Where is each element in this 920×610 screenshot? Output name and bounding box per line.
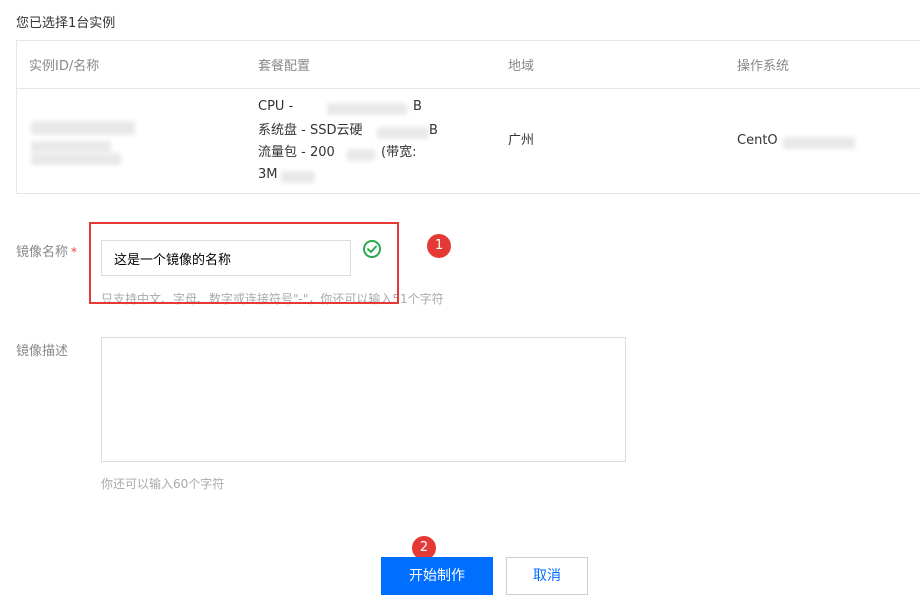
blurred-disk-value [377,127,429,139]
package-line-disk: 系统盘 - SSD云硬 [258,123,363,138]
package-line-cpu: CPU - [258,99,294,114]
region-cell: 广州 [508,133,535,148]
image-desc-textarea[interactable] [101,337,626,462]
header-package: 套餐配置 [258,59,311,74]
blurred-instance-name [31,141,111,153]
blurred-traffic-value [347,149,375,161]
os-cell: CentO [737,133,778,148]
selected-instance-note: 您已选择1台实例 [16,16,116,31]
blurred-os-value [783,137,855,149]
package-line-traffic-suffix: (带宽: [381,145,417,160]
start-create-button[interactable]: 开始制作 [381,557,493,595]
header-os: 操作系统 [737,59,790,74]
image-desc-label: 镜像描述 [16,344,69,359]
package-line-cpu-suffix: B [413,99,422,114]
blurred-instance-extra [31,153,121,165]
header-instance-id: 实例ID/名称 [29,59,100,74]
annotation-highlight-box [89,222,399,304]
instance-table: 实例ID/名称 套餐配置 地域 操作系统 CPU - B 系统盘 - SSD云硬… [16,40,920,194]
package-line-disk-suffix: B [429,123,438,138]
package-line-traffic: 流量包 - 200 [258,145,335,160]
blurred-cpu-value [327,103,407,115]
blurred-instance-id [31,121,135,135]
cancel-button[interactable]: 取消 [506,557,588,595]
image-desc-hint: 你还可以输入60个字符 [101,477,225,491]
required-asterisk: * [71,245,78,259]
blurred-bandwidth-value [281,171,315,183]
image-name-label: 镜像名称 * [16,245,78,260]
table-header: 实例ID/名称 套餐配置 地域 操作系统 [17,41,920,89]
annotation-badge-1: 1 [427,234,451,258]
header-region: 地域 [508,59,535,74]
package-line-bandwidth: 3M [258,167,278,182]
